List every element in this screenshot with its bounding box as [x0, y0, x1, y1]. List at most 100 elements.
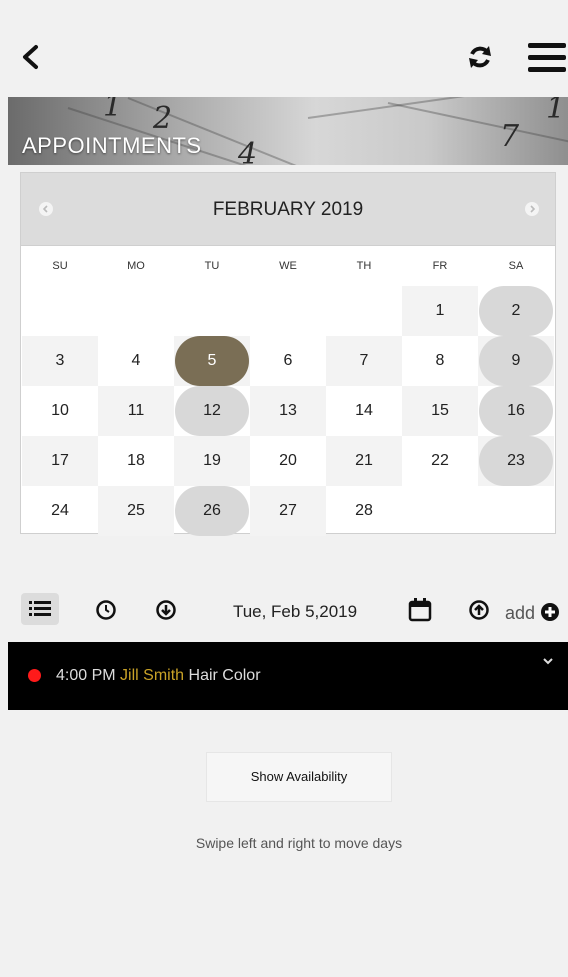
appointment-client: Jill Smith: [120, 667, 185, 684]
calendar-day-number: 7: [359, 352, 369, 369]
chevron-right-icon: [530, 205, 536, 213]
weekday-th: TH: [356, 260, 372, 272]
back-button[interactable]: [18, 42, 44, 72]
calendar-day-number: 19: [203, 452, 221, 469]
calendar-day[interactable]: 25: [98, 486, 174, 536]
calendar-day[interactable]: 14: [326, 386, 402, 436]
calendar-day[interactable]: 19: [174, 436, 250, 486]
clock-icon: [96, 600, 116, 620]
list-view-button[interactable]: [21, 593, 59, 625]
calendar-toggle-button[interactable]: [408, 596, 432, 627]
calendar-day[interactable]: 7: [326, 336, 402, 386]
next-month-button[interactable]: [525, 202, 539, 216]
appointments-banner: 1 2 4 7 1 APPOINTMENTS: [8, 97, 568, 165]
calendar-day-number: 1: [435, 302, 445, 319]
calendar-day[interactable]: 22: [402, 436, 478, 486]
appointment-row[interactable]: 4:00 PM Jill Smith Hair Color: [8, 642, 568, 710]
menu-button[interactable]: [528, 40, 568, 74]
plus-circle-icon: [541, 603, 560, 621]
calendar-day[interactable]: 16: [478, 386, 554, 436]
appointment-service: Hair Color: [188, 667, 261, 684]
calendar-day[interactable]: 18: [98, 436, 174, 486]
current-date-label: Tue, Feb 5,2019: [232, 602, 358, 621]
calendar-day-number: 23: [507, 452, 525, 469]
weekday-sa: SA: [508, 260, 524, 272]
calendar-day[interactable]: 21: [326, 436, 402, 486]
appointment-time: 4:00 PM: [56, 667, 116, 684]
calendar-day[interactable]: 17: [22, 436, 98, 486]
chevron-left-icon: [23, 45, 38, 69]
calendar-day[interactable]: 3: [22, 336, 98, 386]
next-day-button[interactable]: [155, 599, 177, 626]
top-bar: [0, 0, 568, 93]
calendar-day[interactable]: 6: [250, 336, 326, 386]
calendar-day-number: 20: [279, 452, 297, 469]
add-appointment-button[interactable]: add: [505, 602, 560, 624]
refresh-icon: [469, 46, 491, 68]
calendar-day-number: 6: [283, 352, 293, 369]
calendar-day-number: 5: [207, 352, 217, 369]
calendar-day[interactable]: 11: [98, 386, 174, 436]
calendar-day[interactable]: 5: [174, 336, 250, 386]
swipe-hint: Swipe left and right to move days: [195, 835, 403, 851]
calendar-day-number: 28: [355, 502, 373, 519]
status-dot: [28, 669, 41, 682]
calendar-day-number: 18: [127, 452, 145, 469]
calendar-day-number: 11: [127, 402, 145, 419]
calendar-day-number: 16: [507, 402, 525, 419]
previous-day-button[interactable]: [468, 599, 490, 626]
calendar-day-number: 25: [127, 502, 145, 519]
calendar-day-number: 22: [431, 452, 449, 469]
list-icon: [29, 601, 51, 616]
weekday-fr: FR: [432, 260, 448, 272]
calendar-day-number: 14: [355, 402, 373, 419]
calendar-header: FEBRUARY 2019: [21, 173, 555, 246]
page-title: APPOINTMENTS: [22, 133, 202, 158]
add-label: add: [505, 603, 536, 623]
refresh-button[interactable]: [465, 42, 495, 72]
calendar-day[interactable]: 4: [98, 336, 174, 386]
calendar-day[interactable]: 10: [22, 386, 98, 436]
calendar-day-number: 9: [511, 352, 521, 369]
show-availability-button[interactable]: Show Availability: [206, 752, 392, 802]
calendar-day-number: 8: [435, 352, 445, 369]
calendar-month-label: FEBRUARY 2019: [212, 199, 364, 220]
calendar-day[interactable]: 24: [22, 486, 98, 536]
appointment-summary: 4:00 PM Jill Smith Hair Color: [56, 667, 261, 685]
calendar: FEBRUARY 2019 SU MO TU WE TH FR SA 1 2 3 4 5 6 7 8 9 10 1…: [20, 172, 556, 536]
calendar-day-number: 13: [279, 402, 297, 419]
calendar-day-number: 2: [511, 302, 521, 319]
calendar-day[interactable]: 27: [250, 486, 326, 536]
weekday-su: SU: [52, 260, 68, 272]
calendar-day[interactable]: 12: [174, 386, 250, 436]
calendar-day[interactable]: 2: [478, 286, 554, 336]
weekday-tu: TU: [204, 260, 220, 272]
calendar-day[interactable]: 1: [402, 286, 478, 336]
calendar-day[interactable]: 15: [402, 386, 478, 436]
calendar-day-number: 24: [51, 502, 69, 519]
clock-button[interactable]: [95, 599, 117, 626]
calendar-day-number: 21: [355, 452, 373, 469]
calendar-day-number: 3: [55, 352, 65, 369]
calendar-day-number: 10: [51, 402, 69, 419]
calendar-day[interactable]: 20: [250, 436, 326, 486]
day-toolbar: Tue, Feb 5,2019 add: [0, 593, 568, 633]
weekday-mo: MO: [127, 260, 145, 272]
calendar-day[interactable]: 26: [174, 486, 250, 536]
calendar-day[interactable]: 8: [402, 336, 478, 386]
chevron-down-icon[interactable]: [542, 656, 554, 666]
calendar-day-number: 26: [203, 502, 221, 519]
calendar-day-number: 27: [279, 502, 297, 519]
calendar-day-number: 17: [51, 452, 69, 469]
calendar-day-number: 4: [131, 352, 141, 369]
calendar-day[interactable]: 9: [478, 336, 554, 386]
calendar-day-number: 12: [203, 402, 221, 419]
calendar-day[interactable]: 23: [478, 436, 554, 486]
calendar-day[interactable]: 13: [250, 386, 326, 436]
calendar-icon: [408, 598, 432, 622]
calendar-day-number: 15: [431, 402, 449, 419]
weekday-we: WE: [279, 260, 297, 272]
calendar-day[interactable]: 28: [326, 486, 402, 536]
up-circle-icon: [469, 600, 489, 620]
down-circle-icon: [156, 600, 176, 620]
